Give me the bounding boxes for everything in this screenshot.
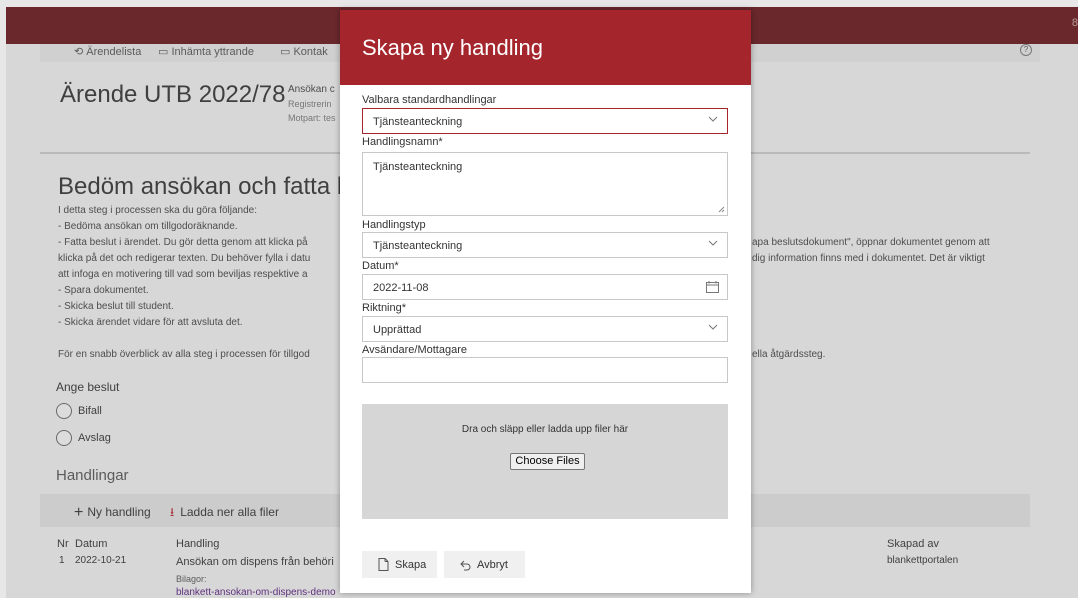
standard-docs-label: Valbara standardhandlingar [362,94,497,106]
document-add-icon [378,558,389,571]
standard-docs-value: Tjänsteanteckning [373,116,463,128]
direction-value: Upprättad [373,324,422,336]
create-button[interactable]: Skapa [362,551,437,578]
sender-field[interactable] [362,357,728,383]
doc-type-select[interactable]: Tjänsteanteckning [362,232,728,258]
direction-label: Riktning* [362,302,407,314]
dialog-header: Skapa ny handling [340,10,751,85]
resize-grip-icon[interactable] [718,206,725,213]
date-value: 2022-11-08 [373,282,429,294]
choose-files-button[interactable]: Choose Files [510,453,585,470]
doc-name-label: Handlingsnamn* [362,136,443,148]
direction-select[interactable]: Upprättad [362,316,728,342]
undo-icon [460,560,471,571]
dropzone-message: Dra och släpp eller ladda upp filer här [461,424,629,435]
chevron-down-icon [708,240,718,246]
date-field[interactable]: 2022-11-08 [362,274,728,300]
chevron-down-icon [708,324,718,330]
date-label: Datum* [362,260,399,272]
chevron-down-icon [708,116,718,122]
create-document-dialog: Skapa ny handling Valbara standardhandli… [340,10,751,593]
cancel-button-label: Avbryt [477,559,508,571]
doc-name-field[interactable]: Tjänsteanteckning [362,152,728,216]
doc-type-value: Tjänsteanteckning [373,240,463,252]
file-dropzone[interactable]: Dra och släpp eller ladda upp filer här … [362,404,728,519]
standard-docs-select[interactable]: Tjänsteanteckning [362,108,728,134]
cancel-button[interactable]: Avbryt [444,551,525,578]
dialog-title: Skapa ny handling [362,35,544,60]
calendar-icon[interactable] [706,281,719,293]
doc-type-label: Handlingstyp [362,219,426,231]
doc-name-value: Tjänsteanteckning [373,161,463,173]
sender-label: Avsändare/Mottagare [362,344,467,356]
create-button-label: Skapa [395,559,427,571]
